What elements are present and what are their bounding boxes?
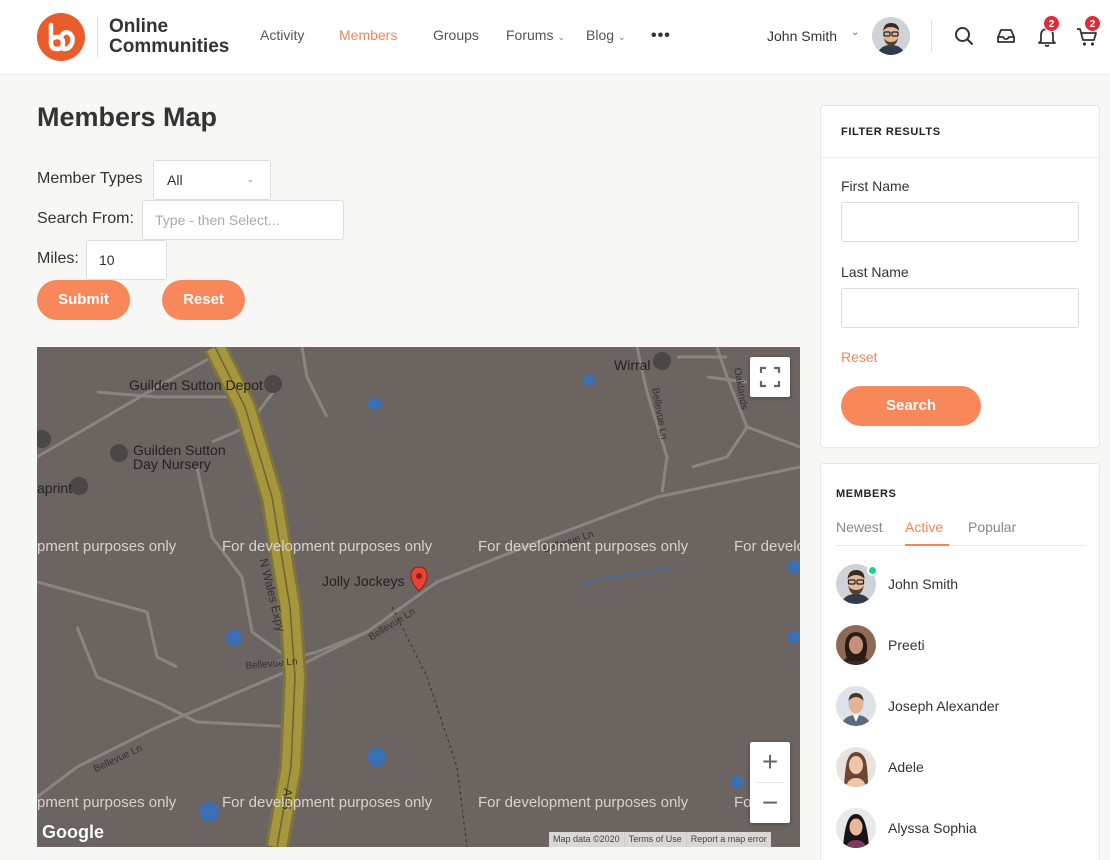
nav-forums[interactable]: Forums ⌄ bbox=[506, 27, 565, 43]
google-logo[interactable]: Google bbox=[42, 822, 104, 843]
page-title: Members Map bbox=[37, 102, 218, 132]
brand-logo[interactable] bbox=[37, 13, 85, 61]
nav-members[interactable]: Members bbox=[339, 27, 397, 43]
more-dots-icon[interactable]: ••• bbox=[651, 27, 671, 45]
inbox-icon[interactable] bbox=[995, 25, 1017, 47]
map-watermark: For development purposes only bbox=[222, 794, 433, 811]
member-name[interactable]: Joseph Alexander bbox=[888, 698, 999, 714]
member-name[interactable]: John Smith bbox=[888, 576, 958, 592]
brand-line-2: Communities bbox=[109, 36, 230, 57]
search-icon[interactable] bbox=[953, 25, 975, 47]
member-types-label: Member Types bbox=[37, 170, 143, 187]
map-watermark: For development purposes only bbox=[478, 538, 689, 555]
members-map[interactable]: Guilden Sutton Depot Guilden Sutton Day N… bbox=[37, 347, 800, 847]
active-tab-indicator bbox=[905, 544, 949, 546]
header-divider bbox=[931, 20, 932, 52]
tab-popular[interactable]: Popular bbox=[968, 519, 1016, 535]
filter-widget: FILTER RESULTS First Name Last Name Rese… bbox=[820, 105, 1100, 448]
filter-title: FILTER RESULTS bbox=[841, 126, 941, 138]
map-watermark: Fo bbox=[734, 794, 752, 811]
submit-button[interactable]: Submit bbox=[37, 280, 130, 320]
miles-label: Miles: bbox=[37, 250, 79, 267]
members-widget: MEMBERS Newest Active Popular John Smith bbox=[820, 463, 1100, 860]
map-watermark: For development purposes only bbox=[478, 794, 689, 811]
map-label-nursery: Guilden Sutton Day Nursery bbox=[133, 443, 226, 471]
cart-badge: 2 bbox=[1084, 15, 1101, 32]
nav-blog[interactable]: Blog ⌄ bbox=[586, 27, 626, 43]
avatar[interactable] bbox=[836, 686, 876, 726]
notifications-badge: 2 bbox=[1043, 15, 1060, 32]
map-zoom-control: + − bbox=[750, 742, 790, 823]
members-tabs: Newest Active Popular bbox=[836, 519, 1085, 546]
member-name[interactable]: Adele bbox=[888, 759, 924, 775]
last-name-label: Last Name bbox=[841, 264, 909, 280]
map-watermark: pment purposes only bbox=[37, 538, 177, 555]
avatar-image bbox=[872, 17, 910, 55]
user-avatar[interactable] bbox=[872, 17, 910, 55]
map-fullscreen-button[interactable] bbox=[750, 357, 790, 397]
map-roads bbox=[37, 347, 800, 847]
member-name[interactable]: Preeti bbox=[888, 637, 925, 653]
brand-name[interactable]: Online Communities bbox=[109, 17, 229, 57]
filter-search-button[interactable]: Search bbox=[841, 386, 981, 426]
reset-button[interactable]: Reset bbox=[162, 280, 245, 320]
nav-groups[interactable]: Groups bbox=[433, 27, 479, 43]
tab-active[interactable]: Active bbox=[905, 519, 943, 535]
fullscreen-icon bbox=[759, 366, 781, 388]
nav-forums-label: Forums bbox=[506, 27, 554, 43]
tab-newest[interactable]: Newest bbox=[836, 519, 883, 535]
avatar[interactable] bbox=[836, 625, 876, 665]
search-from-input[interactable] bbox=[142, 200, 344, 240]
map-label-jolly-jockeys: Jolly Jockeys bbox=[322, 573, 405, 589]
logo-divider bbox=[97, 17, 98, 57]
chevron-down-icon: ⌄ bbox=[557, 32, 565, 42]
zoom-out-button[interactable]: − bbox=[750, 783, 790, 823]
avatar-image bbox=[836, 625, 876, 665]
map-data-text: Map data ©2020 bbox=[553, 834, 620, 844]
map-label-aprint: aprint bbox=[37, 480, 73, 496]
terms-of-use-link[interactable]: Terms of Use bbox=[623, 832, 686, 847]
avatar-image bbox=[836, 747, 876, 787]
first-name-label: First Name bbox=[841, 178, 910, 194]
avatar[interactable] bbox=[836, 747, 876, 787]
map-watermark: For develo bbox=[734, 538, 800, 555]
brand-line-1: Online bbox=[109, 16, 169, 37]
map-label-wirral: Wirral bbox=[614, 357, 651, 373]
chevron-down-icon[interactable]: ⌄ bbox=[851, 27, 859, 38]
map-watermark: For development purposes only bbox=[222, 538, 433, 555]
member-types-value: All bbox=[167, 172, 183, 188]
site-header: Online Communities Activity Members Grou… bbox=[0, 0, 1110, 75]
map-label-nursery-line2: Day Nursery bbox=[133, 456, 211, 472]
map-watermark: pment purposes only bbox=[37, 794, 177, 811]
member-name[interactable]: Alyssa Sophia bbox=[888, 820, 977, 836]
miles-input[interactable] bbox=[86, 240, 167, 280]
nav-blog-label: Blog bbox=[586, 27, 615, 43]
first-name-input[interactable] bbox=[841, 202, 1079, 242]
filter-divider bbox=[821, 157, 1099, 158]
avatar-image bbox=[836, 808, 876, 848]
member-types-select[interactable]: All ⌄ bbox=[153, 160, 271, 200]
zoom-in-button[interactable]: + bbox=[750, 742, 790, 782]
avatar[interactable] bbox=[836, 808, 876, 848]
filter-reset-link[interactable]: Reset bbox=[841, 349, 878, 365]
chevron-down-icon: ⌄ bbox=[618, 32, 626, 42]
last-name-input[interactable] bbox=[841, 288, 1079, 328]
avatar-image bbox=[836, 686, 876, 726]
logo-icon bbox=[48, 22, 75, 52]
nav-activity[interactable]: Activity bbox=[260, 27, 304, 43]
online-status-dot bbox=[867, 565, 878, 576]
map-attribution: Map data ©2020 Terms of Use Report a map… bbox=[549, 832, 771, 847]
user-name[interactable]: John Smith bbox=[767, 28, 837, 44]
map-label-guilden-depot: Guilden Sutton Depot bbox=[129, 377, 263, 393]
search-from-label: Search From: bbox=[37, 210, 134, 227]
members-title: MEMBERS bbox=[836, 488, 897, 500]
report-map-error-link[interactable]: Report a map error bbox=[685, 832, 771, 847]
chevron-down-icon: ⌄ bbox=[246, 174, 254, 184]
